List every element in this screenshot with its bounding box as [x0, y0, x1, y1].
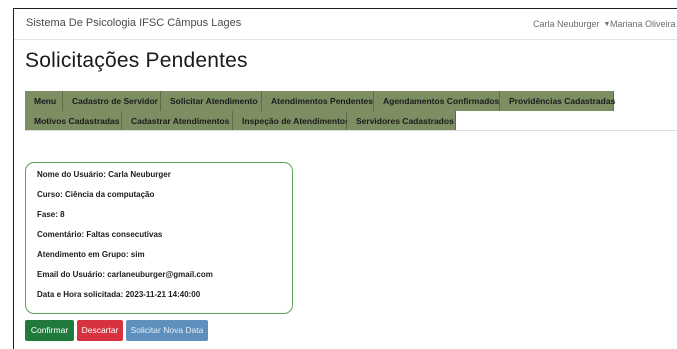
tab-motivos-cadastradas[interactable]: Motivos Cadastradas [25, 111, 122, 131]
tab-atendimentos-pendentes[interactable]: Atendimentos Pendentes [262, 91, 374, 111]
tab-solicitar-atendimento[interactable]: Solicitar Atendimento [161, 91, 262, 111]
tab-agendamentos-confirmados[interactable]: Agendamentos Confirmados [374, 91, 500, 111]
tab-inspecao-atendimentos[interactable]: Inspeção de Atendimentos [233, 111, 350, 131]
tabs-row-1: Menu Cadastro de Servidor Solicitar Aten… [25, 91, 615, 111]
user-menu-label: Carla Neuburger [533, 19, 600, 29]
request-phase: Fase: 8 [37, 210, 65, 219]
request-email: Email do Usuário: carlaneuburger@gmail.c… [37, 270, 213, 279]
request-group: Atendimento em Grupo: sim [37, 250, 145, 259]
top-navbar: Sistema De Psicologia IFSC Câmpus Lages … [14, 9, 677, 40]
page-title: Solicitações Pendentes [25, 49, 248, 72]
request-new-date-button[interactable]: Solicitar Nova Data [126, 320, 208, 341]
tabs-divider [25, 130, 677, 131]
app-window: Sistema De Psicologia IFSC Câmpus Lages … [0, 0, 677, 349]
user-menu-label: Mariana Oliveira [610, 19, 676, 29]
app-brand[interactable]: Sistema De Psicologia IFSC Câmpus Lages [26, 17, 241, 29]
tab-cadastrar-atendimentos[interactable]: Cadastrar Atendimentos [122, 111, 233, 131]
user-menu-mariana[interactable]: Mariana Oliveira▼ [610, 19, 677, 29]
request-datetime: Data e Hora solicitada: 2023-11-21 14:40… [37, 290, 201, 299]
request-card: Nome do Usuário: Carla Neuburger Curso: … [25, 162, 293, 314]
discard-button[interactable]: Descartar [77, 320, 123, 341]
tabs-row-2: Motivos Cadastradas Cadastrar Atendiment… [25, 111, 456, 131]
user-menu-carla[interactable]: Carla Neuburger ▼ [533, 19, 610, 29]
request-course: Curso: Ciência da computação [37, 190, 155, 199]
request-user-name: Nome do Usuário: Carla Neuburger [37, 170, 171, 179]
window-edge-left [13, 8, 14, 349]
request-comment: Comentário: Faltas consecutivas [37, 230, 163, 239]
tab-cadastro-servidor[interactable]: Cadastro de Servidor [63, 91, 161, 111]
confirm-button[interactable]: Confirmar [25, 320, 74, 341]
tab-providencias-cadastradas[interactable]: Providências Cadastradas [500, 91, 615, 111]
tab-servidores-cadastrados[interactable]: Servidores Cadastrados [347, 111, 456, 131]
tab-menu[interactable]: Menu [25, 91, 63, 111]
